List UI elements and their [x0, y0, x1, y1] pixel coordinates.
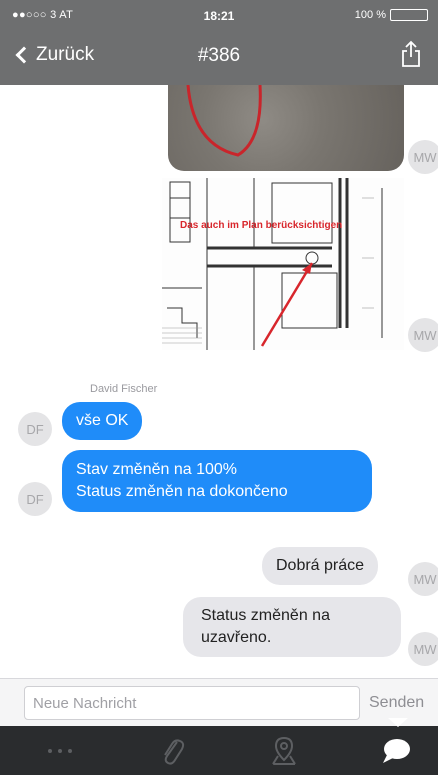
message-text-line: Status změněn na dokončeno — [76, 483, 288, 500]
battery-percent: 100 % — [354, 9, 386, 21]
message-composer: Senden — [0, 678, 438, 726]
avatar: DF — [18, 412, 52, 446]
message-text-line: uzavřeno. — [201, 629, 272, 646]
message-text: vše OK — [76, 412, 129, 429]
attachment-icon — [164, 738, 185, 765]
avatar: MW — [408, 632, 438, 666]
message-text-line: Status změněn na — [201, 607, 330, 624]
tab-attachment[interactable] — [142, 726, 202, 775]
send-button[interactable]: Senden — [369, 694, 424, 712]
red-circle-mark — [186, 85, 262, 157]
top-bar: ●●○○○ 3 AT 18:21 100 % Zurück #386 — [0, 0, 438, 85]
message-bubble[interactable]: Status změněn na uzavřeno. — [183, 597, 401, 657]
location-icon — [272, 736, 296, 765]
page-title: #386 — [197, 45, 241, 66]
photo-attachment[interactable] — [168, 85, 404, 171]
tab-location[interactable] — [254, 726, 314, 775]
tab-more[interactable] — [30, 726, 90, 775]
avatar: MW — [408, 562, 438, 596]
more-icon — [48, 748, 72, 753]
tab-bar — [0, 726, 438, 775]
status-bar: ●●○○○ 3 AT 18:21 100 % — [0, 0, 438, 30]
message-bubble[interactable]: Stav změněn na 100% Status změněn na dok… — [62, 450, 372, 512]
avatar: DF — [18, 482, 52, 516]
message-input[interactable] — [24, 686, 360, 720]
chat-icon — [383, 738, 410, 763]
message-bubble[interactable]: Dobrá práce — [262, 547, 379, 585]
message-bubble[interactable]: vše OK — [62, 402, 143, 440]
message-text: Dobrá práce — [276, 557, 365, 574]
floor-plan-drawing — [162, 178, 383, 350]
floor-plan-attachment[interactable] — [162, 178, 404, 350]
message-text-line: Stav změněn na 100% — [76, 461, 237, 478]
avatar: MW — [408, 318, 438, 352]
share-icon[interactable] — [400, 40, 422, 68]
navigation-bar: Zurück #386 — [0, 30, 438, 85]
avatar: MW — [408, 140, 438, 174]
active-tab-indicator — [388, 718, 408, 727]
tab-chat[interactable] — [366, 726, 426, 775]
battery-icon — [390, 9, 428, 21]
plan-annotation: Das auch im Plan berücksichtigen — [180, 220, 343, 231]
sender-name: David Fischer — [90, 383, 158, 395]
